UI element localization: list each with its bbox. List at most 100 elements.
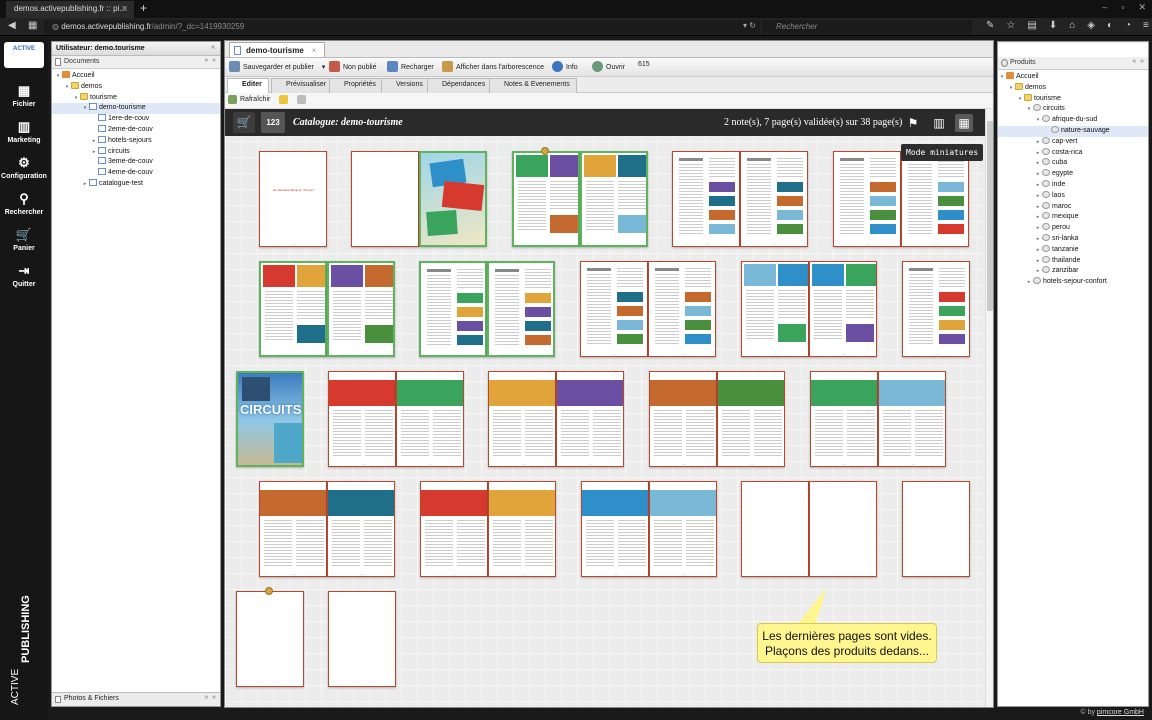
catalog-page-thumbnail[interactable]: — (488, 481, 556, 577)
unpublish-button[interactable]: Non publié (329, 61, 376, 72)
tree-node[interactable]: nature-sauvage (998, 125, 1148, 137)
close-icon[interactable]: × (312, 46, 317, 55)
tree-node[interactable]: 1ere-de-couv (52, 114, 220, 125)
catalog-page-thumbnail[interactable]: — (419, 261, 487, 357)
close-icon[interactable]: ✕ (121, 4, 128, 13)
expand-toggle-icon[interactable]: ▸ (1034, 169, 1042, 180)
collapse-toggle-icon[interactable]: ▾ (1025, 104, 1033, 115)
bookmark-icon[interactable]: ▤ (1027, 20, 1036, 31)
tree-node[interactable]: ▸ zanzibar (998, 266, 1148, 277)
tree-node[interactable]: ▸ cuba (998, 158, 1148, 169)
tree-node[interactable]: ▾ circuits (998, 104, 1148, 115)
catalog-page-thumbnail[interactable]: — (672, 151, 740, 247)
catalog-page-thumbnail[interactable]: — (717, 371, 785, 467)
tree-node[interactable]: 4eme-de-couv (52, 168, 220, 179)
catalog-page-thumbnail[interactable] (741, 481, 809, 577)
catalog-page-thumbnail[interactable] (902, 481, 970, 577)
expand-toggle-icon[interactable]: ▸ (1034, 158, 1042, 169)
info-button[interactable]: Info (552, 61, 578, 72)
tree-node[interactable]: ▾ afrique-du-sud (998, 115, 1148, 126)
refresh-button[interactable]: Rafraîchir (228, 95, 270, 104)
tree-node[interactable]: ▸ perou (998, 223, 1148, 234)
maximize-icon[interactable]: ▫ (1121, 2, 1124, 13)
addon-icon[interactable]: ◈ (1087, 20, 1095, 31)
tree-node[interactable]: ▸ cap-vert (998, 136, 1148, 148)
catalog-page-thumbnail[interactable]: — (580, 261, 648, 357)
nav-quitter[interactable]: ⇥ Quitter (0, 263, 48, 288)
open-button[interactable]: Ouvrir (592, 61, 625, 72)
tree-node[interactable]: ▸ mexique (998, 212, 1148, 223)
collapse-toggle-icon[interactable]: ▾ (1016, 94, 1024, 105)
tree-node[interactable]: ▾ Accueil (998, 72, 1148, 83)
new-tab-icon[interactable]: + (140, 2, 147, 14)
bolt-button[interactable] (279, 95, 291, 104)
catalog-page-thumbnail[interactable]: — (901, 151, 969, 247)
tree-node[interactable]: ▸ tanzanie (998, 244, 1148, 256)
expand-toggle-icon[interactable]: ▸ (90, 136, 98, 147)
expand-toggle-icon[interactable]: ▸ (1034, 245, 1042, 256)
expand-toggle-icon[interactable]: ▸ (1034, 234, 1042, 245)
expand-controls[interactable]: » « (204, 57, 216, 64)
catalog-page-thumbnail[interactable]: — (810, 371, 878, 467)
catalog-page-thumbnail[interactable]: — (902, 261, 970, 357)
download-icon[interactable]: ⬇ (1049, 20, 1057, 31)
products-header[interactable]: Produits « » (998, 57, 1148, 70)
minimize-icon[interactable]: – (1102, 2, 1107, 13)
expand-toggle-icon[interactable]: ▸ (1034, 266, 1042, 277)
doc-tab[interactable]: demo-tourisme × (229, 42, 326, 57)
app-logo[interactable]: ACTIVE (4, 42, 44, 68)
nav-rechercher[interactable]: ⚲ Rechercher (0, 191, 48, 216)
tab-versions[interactable]: Versions (381, 78, 430, 93)
expand-controls[interactable]: « » (1132, 58, 1144, 65)
tab-previsualiser[interactable]: Prévisualiser (271, 78, 334, 93)
pimcore-link[interactable]: pimcore GmbH (1097, 709, 1144, 716)
tree-node[interactable]: ▸ hotels-sejours (52, 135, 220, 147)
catalog-page-thumbnail[interactable]: — (328, 371, 396, 467)
close-window-icon[interactable]: ✕ (1138, 2, 1146, 13)
tab-editer[interactable]: Editer (227, 78, 269, 93)
tree-node[interactable]: ▾ Accueil (52, 71, 220, 82)
tree-node[interactable]: 2eme-de-couv (52, 124, 220, 136)
tree-node[interactable]: ▸ egypte (998, 169, 1148, 180)
page-numbers-button[interactable]: 123 (261, 112, 285, 133)
save-publish-button[interactable]: Sauvegarder et publier ▾ (229, 61, 325, 72)
expand-toggle-icon[interactable]: ▸ (1034, 223, 1042, 234)
catalog-page-thumbnail[interactable]: — (833, 151, 901, 247)
expand-toggle-icon[interactable]: ▸ (1034, 137, 1042, 148)
nav-fichier[interactable]: ▦ Fichier (0, 83, 48, 108)
nav-panier[interactable]: 🛒 Panier (0, 227, 48, 252)
collapse-icon[interactable]: « (211, 44, 215, 51)
expand-toggle-icon[interactable]: ▸ (1034, 202, 1042, 213)
tree-node[interactable]: ▸ circuits (52, 146, 220, 158)
url-bar[interactable]: ◍ demos.activepublishing.fr/admin/?_dc=1… (44, 20, 760, 34)
tree-node[interactable]: 3eme-de-couv (52, 157, 220, 168)
expand-toggle-icon[interactable]: ▸ (1034, 191, 1042, 202)
catalog-page-thumbnail[interactable]: — (649, 481, 717, 577)
catalog-page-thumbnail[interactable] (809, 481, 877, 577)
photos-files-header[interactable]: Photos & Fichiers » « (52, 692, 220, 706)
tab-proprietes[interactable]: Propriétés (329, 78, 383, 93)
collapse-toggle-icon[interactable]: ▾ (63, 82, 71, 93)
expand-controls[interactable]: » « (204, 694, 216, 701)
catalog-page-thumbnail[interactable]: — (420, 481, 488, 577)
show-in-tree-button[interactable]: Afficher dans l'arborescence (442, 61, 544, 72)
tree-node[interactable]: ▾ demo-tourisme (52, 103, 220, 115)
book-icon[interactable]: ▥ (930, 114, 948, 132)
catalog-page-thumbnail[interactable]: — (488, 371, 556, 467)
catalog-page-thumbnail[interactable]: — (740, 151, 808, 247)
signpost-icon[interactable]: ⚑ (904, 114, 922, 132)
reload-button[interactable]: Recharger (387, 61, 434, 72)
catalog-page-thumbnail[interactable]: — (327, 261, 395, 357)
sync-icon[interactable]: ◔ (1125, 20, 1131, 31)
tab-dependances[interactable]: Dépendances (427, 78, 493, 93)
catalog-page-thumbnail[interactable]: — (580, 151, 648, 247)
tree-node[interactable]: ▸ catalogue-test (52, 178, 220, 190)
catalog-page-thumbnail[interactable]: — (649, 371, 717, 467)
catalog-scrollbar[interactable] (985, 109, 993, 707)
catalog-page-thumbnail[interactable]: — (556, 371, 624, 467)
reload-icon[interactable]: ▾ ↻ (743, 21, 756, 30)
collapse-toggle-icon[interactable]: ▾ (72, 93, 80, 104)
catalog-page-thumbnail[interactable] (351, 151, 419, 247)
collapse-toggle-icon[interactable]: ▾ (998, 72, 1006, 83)
tree-node[interactable]: ▾ demos (998, 82, 1148, 94)
